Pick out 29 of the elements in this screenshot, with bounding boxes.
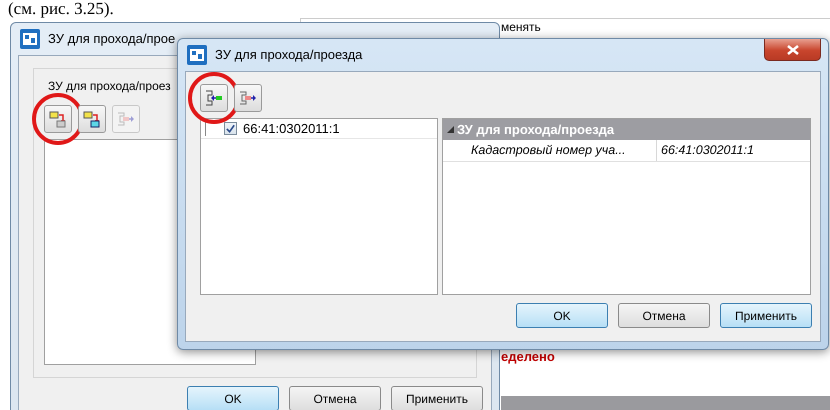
check-icon [225, 123, 236, 134]
dialog-button[interactable]: Отмена [289, 386, 381, 410]
tree-item[interactable]: 66:41:0302011:1 [243, 118, 340, 138]
category-title: ЗУ для прохода/проезда [457, 120, 614, 139]
arrow-down-icon [48, 109, 68, 129]
arrow-left-icon [204, 88, 224, 108]
app-icon [187, 45, 207, 65]
document-text: (см. рис. 3.25). [8, 0, 114, 18]
close-button[interactable] [764, 39, 821, 61]
toolbar-button[interactable] [78, 105, 106, 133]
dialog-button[interactable]: Применить [391, 386, 483, 410]
arrow-down-icon [82, 109, 102, 129]
window-title: ЗУ для прохода/проезда [215, 46, 362, 64]
dialog-button[interactable]: OK [516, 303, 608, 328]
dialog-button[interactable]: Применить [720, 303, 812, 328]
app-icon [20, 29, 40, 49]
checkbox[interactable] [224, 122, 237, 135]
group-label: ЗУ для прохода/проез [48, 78, 172, 95]
background-text: менять [501, 20, 541, 34]
dialog-button[interactable]: OK [187, 386, 279, 410]
dialog-button[interactable]: Отмена [618, 303, 710, 328]
close-icon [786, 44, 800, 56]
toolbar-button[interactable] [200, 84, 228, 112]
toolbar-button[interactable] [44, 105, 72, 133]
tree-line [205, 122, 206, 136]
property-name: Кадастровый номер уча... [443, 140, 657, 161]
window-title: ЗУ для прохода/прое [48, 30, 176, 48]
background-text: еделено [501, 348, 555, 366]
property-value[interactable]: 66:41:0302011:1 [657, 140, 754, 161]
